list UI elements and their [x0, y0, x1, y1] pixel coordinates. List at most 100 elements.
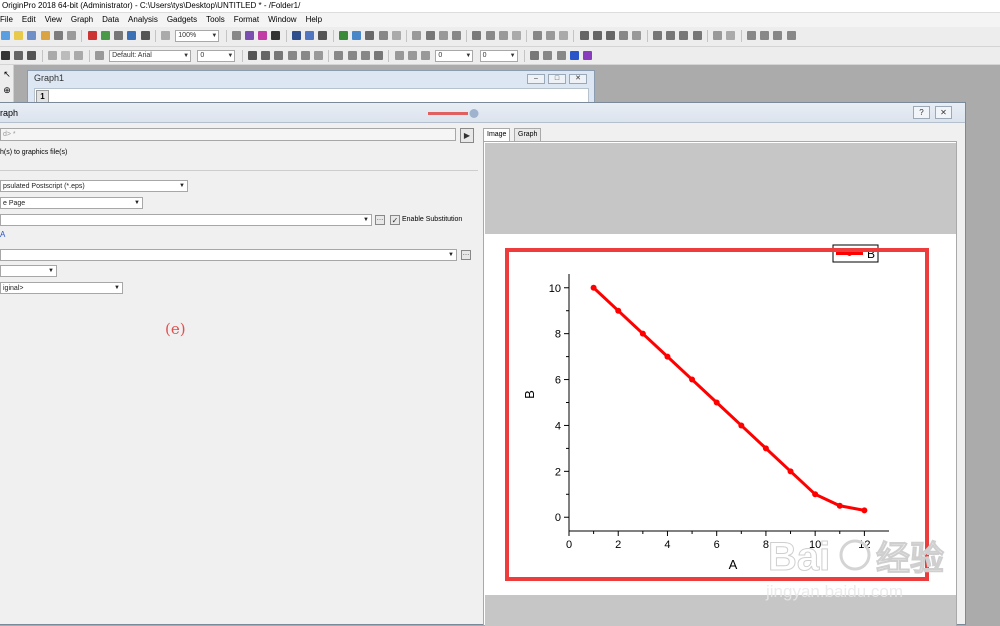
arrow-wrap-icon[interactable]: [786, 31, 796, 40]
export-what-select[interactable]: e Page ▼: [0, 197, 143, 209]
align-left-icon[interactable]: [334, 51, 344, 60]
add-column-icon[interactable]: [652, 31, 662, 40]
bar-chart-icon[interactable]: [472, 31, 482, 40]
filter-icon[interactable]: [532, 31, 542, 40]
bold-icon[interactable]: [247, 51, 257, 60]
grid-icon[interactable]: [726, 31, 736, 40]
disregard-icon[interactable]: [632, 31, 642, 40]
open-icon[interactable]: [14, 31, 24, 40]
menu-edit[interactable]: Edit: [18, 13, 41, 27]
close-button[interactable]: ✕: [569, 74, 587, 84]
refresh-icon[interactable]: [244, 31, 254, 40]
select-region-icon[interactable]: [713, 31, 723, 40]
set-as-label-icon[interactable]: [619, 31, 629, 40]
messages-log-icon[interactable]: [365, 31, 375, 40]
new-layout-icon[interactable]: [87, 31, 97, 40]
open-template-icon[interactable]: [114, 31, 124, 40]
tick-icon[interactable]: [556, 51, 566, 60]
object-manager-icon[interactable]: [352, 31, 362, 40]
menu-help[interactable]: Help: [302, 13, 327, 27]
paste-icon[interactable]: [74, 51, 84, 60]
layer-icon[interactable]: [569, 51, 579, 60]
print-icon[interactable]: [231, 31, 241, 40]
arrow-to-end-icon[interactable]: [773, 31, 783, 40]
path-browse-button[interactable]: …: [461, 250, 471, 260]
command-window-icon[interactable]: [318, 31, 328, 40]
line-color-icon[interactable]: [407, 51, 417, 60]
new-graph-icon[interactable]: [40, 31, 50, 40]
clear-filter-icon[interactable]: [545, 31, 555, 40]
superscript-icon[interactable]: [287, 51, 297, 60]
subscript-icon[interactable]: [300, 51, 310, 60]
font-color-icon[interactable]: [374, 51, 384, 60]
zoom-icon[interactable]: ⊕: [1, 83, 13, 97]
zoom-combo[interactable]: 100% ▼: [175, 30, 220, 42]
code-builder-icon[interactable]: [291, 31, 301, 40]
import-icon[interactable]: [161, 31, 171, 40]
new-function-icon[interactable]: [67, 31, 77, 40]
move-right-icon[interactable]: [679, 31, 689, 40]
menu-view[interactable]: View: [41, 13, 67, 27]
set-column-icon[interactable]: [412, 31, 422, 40]
set-as-z-icon[interactable]: [606, 31, 616, 40]
graph1-window[interactable]: Graph1 – □ ✕ 1: [27, 70, 595, 106]
save-template-icon[interactable]: [140, 31, 150, 40]
underline-icon[interactable]: [274, 51, 284, 60]
cut-icon[interactable]: [47, 51, 57, 60]
align-right-icon[interactable]: [360, 51, 370, 60]
enable-substitution-checkbox[interactable]: ✓: [390, 215, 400, 225]
set-as-y-icon[interactable]: [592, 31, 602, 40]
symbol-icon[interactable]: [543, 51, 553, 60]
path-combo[interactable]: ▼: [0, 249, 457, 261]
line-width-combo[interactable]: 0 ▼: [479, 50, 518, 62]
new-notes-icon[interactable]: [100, 31, 110, 40]
image-type-select[interactable]: psulated Postscript (*.eps) ▼: [0, 180, 188, 192]
copy-page-icon[interactable]: [271, 31, 281, 40]
greek-icon[interactable]: [313, 51, 323, 60]
sort-icon[interactable]: [451, 31, 461, 40]
menu-format[interactable]: Format: [230, 13, 264, 27]
pointer-icon[interactable]: ↖: [1, 67, 13, 81]
fill-color-icon[interactable]: [394, 51, 404, 60]
menu-analysis[interactable]: Analysis: [124, 13, 163, 27]
save-icon[interactable]: [127, 31, 137, 40]
file-name-combo[interactable]: ▼: [0, 214, 372, 226]
line-style-combo[interactable]: 0 ▼: [435, 50, 474, 62]
new-workbook-icon[interactable]: [27, 31, 37, 40]
size-select[interactable]: iginal> ▼: [0, 282, 123, 294]
column-chart-icon[interactable]: [485, 31, 495, 40]
results-log-icon[interactable]: [305, 31, 315, 40]
theme-combo[interactable]: d> *: [0, 128, 456, 141]
new-sheet-icon[interactable]: [14, 51, 24, 60]
dialog-close-button[interactable]: ✕: [935, 106, 952, 119]
merge-icon[interactable]: [582, 51, 592, 60]
option-select[interactable]: ▼: [0, 265, 57, 277]
reapply-filter-icon[interactable]: [559, 31, 569, 40]
minimize-button[interactable]: –: [527, 74, 545, 84]
table-icon[interactable]: [1, 51, 10, 60]
menu-file[interactable]: File: [0, 13, 18, 27]
project-explorer-icon[interactable]: [338, 31, 348, 40]
set-as-x-icon[interactable]: [579, 31, 589, 40]
smart-hint-icon[interactable]: [378, 31, 388, 40]
maximize-button[interactable]: □: [548, 74, 566, 84]
menu-gadgets[interactable]: Gadgets: [163, 13, 202, 27]
area-chart-icon[interactable]: [512, 31, 522, 40]
align-center-icon[interactable]: [347, 51, 357, 60]
pattern-icon[interactable]: [421, 51, 431, 60]
set-values-icon[interactable]: [425, 31, 435, 40]
duplicate-icon[interactable]: [258, 31, 268, 40]
move-end-icon[interactable]: [692, 31, 702, 40]
browse-button[interactable]: …: [375, 215, 385, 225]
help-button[interactable]: ?: [913, 106, 930, 119]
arrow-down-icon[interactable]: [760, 31, 770, 40]
theme-menu-button[interactable]: ▶: [460, 128, 474, 143]
font-size-combo[interactable]: 0 ▼: [197, 50, 236, 62]
tab-image[interactable]: Image: [483, 128, 511, 142]
menu-data[interactable]: Data: [98, 13, 124, 27]
new-project-icon[interactable]: [1, 31, 10, 40]
move-left-icon[interactable]: [666, 31, 676, 40]
matrix-icon[interactable]: [27, 51, 37, 60]
menu-graph[interactable]: Graph: [67, 13, 98, 27]
copy-icon[interactable]: [61, 51, 71, 60]
